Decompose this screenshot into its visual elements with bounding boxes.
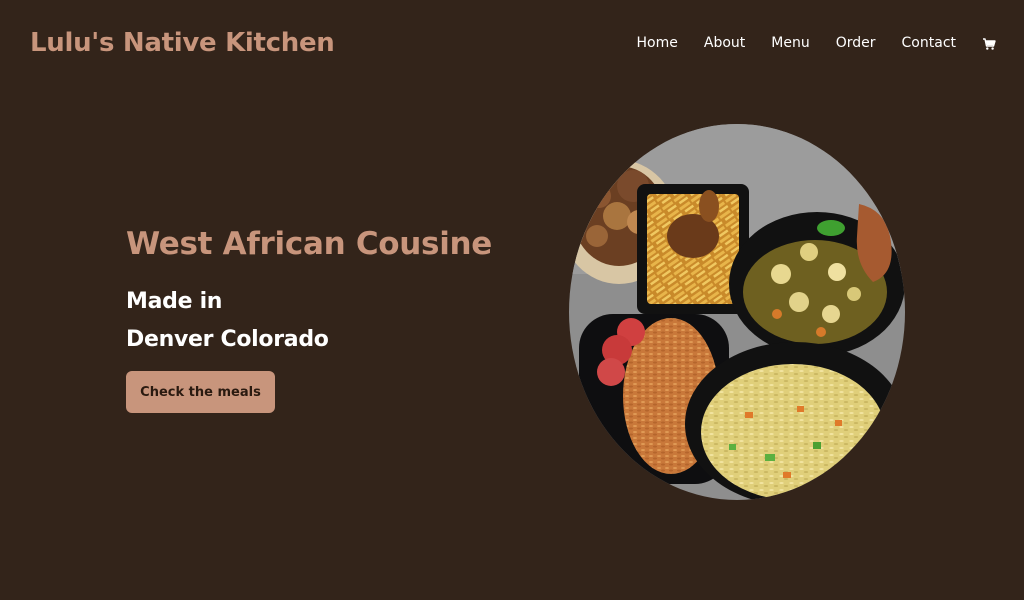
nav-order[interactable]: Order [836, 35, 876, 51]
main-nav: Home About Menu Order Contact [611, 35, 996, 51]
site-brand[interactable]: Lulu's Native Kitchen [30, 28, 335, 58]
landing-page: Lulu's Native Kitchen Home About Menu Or… [0, 0, 1024, 600]
food-platter-image [569, 124, 905, 500]
hero-subtitle-line2: Denver Colorado [126, 327, 329, 352]
nav-about[interactable]: About [704, 35, 745, 51]
nav-contact[interactable]: Contact [902, 35, 956, 51]
check-meals-button[interactable]: Check the meals [126, 371, 275, 413]
hero-title: West African Cousine [126, 226, 493, 262]
cart-icon[interactable] [982, 36, 996, 50]
nav-menu[interactable]: Menu [771, 35, 809, 51]
hero-subtitle-line1: Made in [126, 289, 223, 314]
nav-home[interactable]: Home [637, 35, 678, 51]
